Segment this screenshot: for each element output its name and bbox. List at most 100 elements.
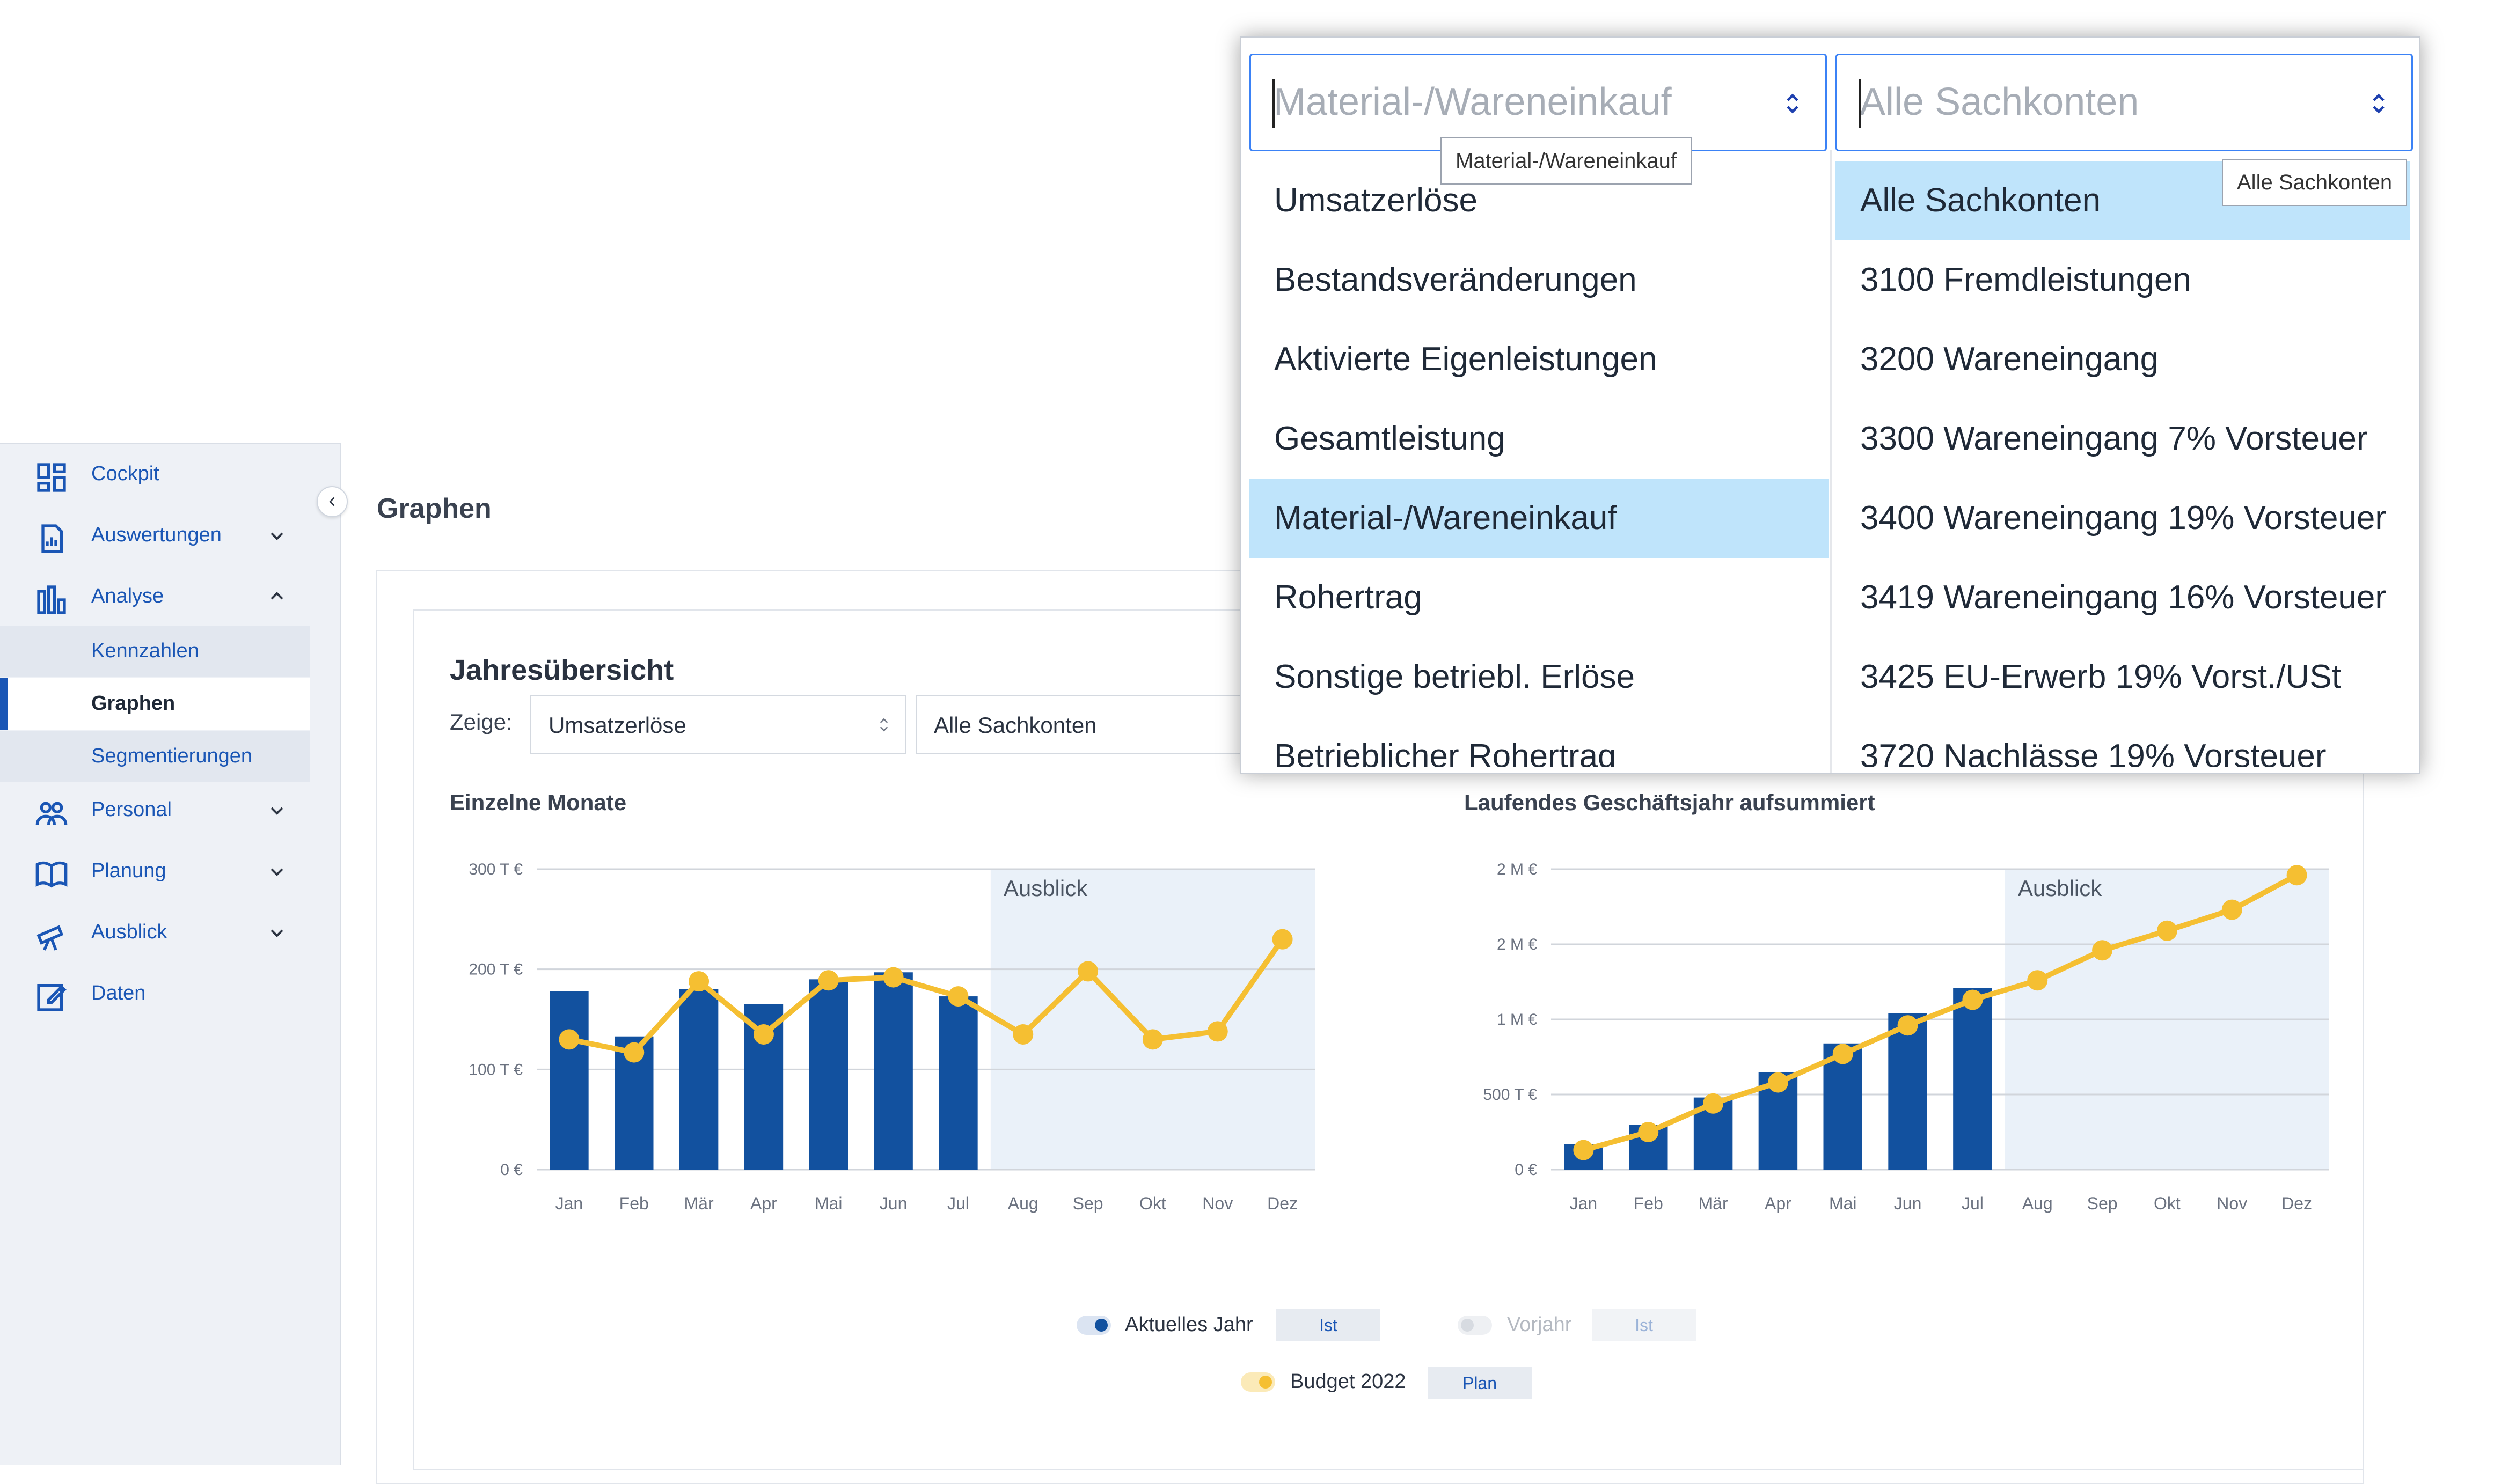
budget-point (753, 1024, 774, 1045)
y-tick-label: 100 T € (469, 1061, 523, 1078)
legend-prev-tag[interactable]: Ist (1592, 1309, 1696, 1341)
y-tick-label: 500 T € (1483, 1086, 1537, 1104)
list-divider (1830, 150, 1832, 773)
prev-year-toggle[interactable] (1458, 1316, 1492, 1335)
bar-chart-icon (37, 585, 66, 614)
budget-point (1272, 929, 1293, 950)
category-option[interactable]: Betrieblicher Rohertrag (1249, 717, 1829, 767)
bar (1953, 988, 1992, 1170)
account-combobox[interactable]: Alle Sachkonten (1835, 54, 2413, 151)
nav-ausblick[interactable]: Ausblick (0, 908, 310, 959)
subnav-graphen[interactable]: Graphen (0, 678, 310, 730)
y-tick-label: 200 T € (469, 961, 523, 979)
subnav-segmentierungen-label: Segmentierungen (91, 745, 252, 767)
budget-point (2221, 899, 2242, 920)
bar (939, 996, 978, 1170)
account-options-list: Alle Sachkonten 3100 Fremdleistungen 3200 … (1835, 161, 2410, 767)
x-tick-label: Mai (815, 1194, 843, 1213)
legend-budget: Budget 2022 (1290, 1370, 1406, 1393)
x-tick-label: Jan (1570, 1194, 1598, 1213)
x-tick-label: Dez (2281, 1194, 2312, 1213)
category-option[interactable]: Material-/Wareneinkauf (1249, 479, 1829, 558)
active-indicator (0, 678, 8, 730)
subnav-segmentierungen[interactable]: Segmentierungen (0, 731, 310, 782)
account-option[interactable]: 3200 Wareneingang (1835, 320, 2410, 399)
x-tick-label: Dez (1267, 1194, 1298, 1213)
chevron-down-icon[interactable] (264, 523, 290, 548)
account-option[interactable]: 3425 EU-Erwerb 19% Vorst./USt (1835, 637, 2410, 717)
x-tick-label: Okt (1139, 1194, 1166, 1213)
legend-budget-tag[interactable]: Plan (1428, 1367, 1532, 1399)
outlook-label: Ausblick (1004, 876, 1088, 901)
category-combobox[interactable]: Material-/Wareneinkauf (1249, 54, 1827, 151)
nav-personal-label: Personal (91, 798, 172, 821)
budget-point (624, 1042, 645, 1063)
y-tick-label: 0 € (1515, 1161, 1537, 1179)
chevron-down-icon[interactable] (264, 797, 290, 823)
toggle-knob (1259, 1376, 1272, 1389)
subnav-kennzahlen[interactable]: Kennzahlen (0, 626, 310, 677)
legend-current-tag[interactable]: Ist (1276, 1309, 1380, 1341)
category-option[interactable]: Gesamtleistung (1249, 399, 1829, 479)
current-year-toggle[interactable] (1077, 1316, 1111, 1335)
category-option[interactable]: Aktivierte Eigenleistungen (1249, 320, 1829, 399)
x-tick-label: Jul (1962, 1194, 1984, 1213)
category-option[interactable]: Rohertrag (1249, 558, 1829, 637)
bar (809, 979, 848, 1170)
sidebar-collapse-button[interactable] (317, 486, 348, 517)
budget-point (948, 986, 969, 1007)
budget-point (1142, 1029, 1163, 1050)
chevron-up-icon[interactable] (264, 584, 290, 609)
bar (1888, 1013, 1927, 1170)
nav-personal[interactable]: Personal (0, 785, 310, 837)
chevron-down-icon[interactable] (264, 858, 290, 884)
page-title: Graphen (377, 493, 492, 524)
budget-point (1573, 1140, 1594, 1160)
category-options-list: Umsatzerlöse Bestandsveränderungen Aktivie… (1249, 161, 1829, 767)
x-tick-label: Sep (2087, 1194, 2118, 1213)
category-select[interactable]: Umsatzerlöse (530, 695, 906, 754)
select-arrows-icon (2373, 93, 2385, 114)
budget-point (2092, 940, 2113, 961)
account-option[interactable]: 3300 Wareneingang 7% Vorsteuer (1835, 399, 2410, 479)
dashboard-icon (37, 463, 66, 492)
budget-toggle[interactable] (1241, 1372, 1275, 1392)
chart-title-monthly: Einzelne Monate (450, 790, 627, 815)
dropdown-overlay: Material-/Wareneinkauf Alle Sachkonten U… (1240, 36, 2420, 774)
budget-point (2027, 970, 2048, 991)
nav-analyse[interactable]: Analyse (0, 572, 310, 623)
x-tick-label: Aug (2022, 1194, 2053, 1213)
show-label: Zeige: (450, 709, 513, 734)
budget-point (1962, 989, 1983, 1010)
cumulative-chart: Ausblick 0 € 500 T € 1 M € 2 M € 2 M € Jan Feb M… (1483, 861, 2329, 1213)
account-option[interactable]: 3720 Nachlässe 19% Vorsteuer (1835, 717, 2410, 767)
x-tick-label: Jan (555, 1194, 583, 1213)
y-tick-label: 0 € (500, 1161, 523, 1179)
x-tick-label: Mär (1699, 1194, 1728, 1213)
budget-point (818, 970, 839, 991)
x-tick-label: Apr (750, 1194, 777, 1213)
account-option[interactable]: 3419 Wareneingang 16% Vorsteuer (1835, 558, 2410, 637)
account-select[interactable]: Alle Sachkonten (916, 695, 1261, 754)
budget-point (559, 1029, 580, 1050)
nav-cockpit[interactable]: Cockpit (0, 450, 310, 501)
chevron-down-icon[interactable] (264, 920, 290, 945)
nav-auswertungen-label: Auswertungen (91, 524, 222, 546)
budget-point (1897, 1015, 1918, 1036)
x-tick-label: Feb (619, 1194, 649, 1213)
book-icon (35, 861, 68, 888)
budget-point (883, 967, 904, 988)
nav-daten-label: Daten (91, 982, 146, 1004)
nav-daten[interactable]: Daten (0, 969, 310, 1020)
nav-auswertungen[interactable]: Auswertungen (0, 511, 310, 562)
nav-planung[interactable]: Planung (0, 847, 310, 898)
select-arrows-icon (880, 718, 888, 732)
nav-analyse-label: Analyse (91, 585, 164, 607)
x-tick-label: Aug (1008, 1194, 1038, 1213)
account-option[interactable]: 3400 Wareneingang 19% Vorsteuer (1835, 479, 2410, 558)
category-option[interactable]: Sonstige betriebl. Erlöse (1249, 637, 1829, 717)
chart-title-cumulative: Laufendes Geschäftsjahr aufsummiert (1464, 790, 1875, 815)
account-option[interactable]: 3100 Fremdleistungen (1835, 240, 2410, 320)
budget-point (2156, 920, 2177, 941)
category-option[interactable]: Bestandsveränderungen (1249, 240, 1829, 320)
